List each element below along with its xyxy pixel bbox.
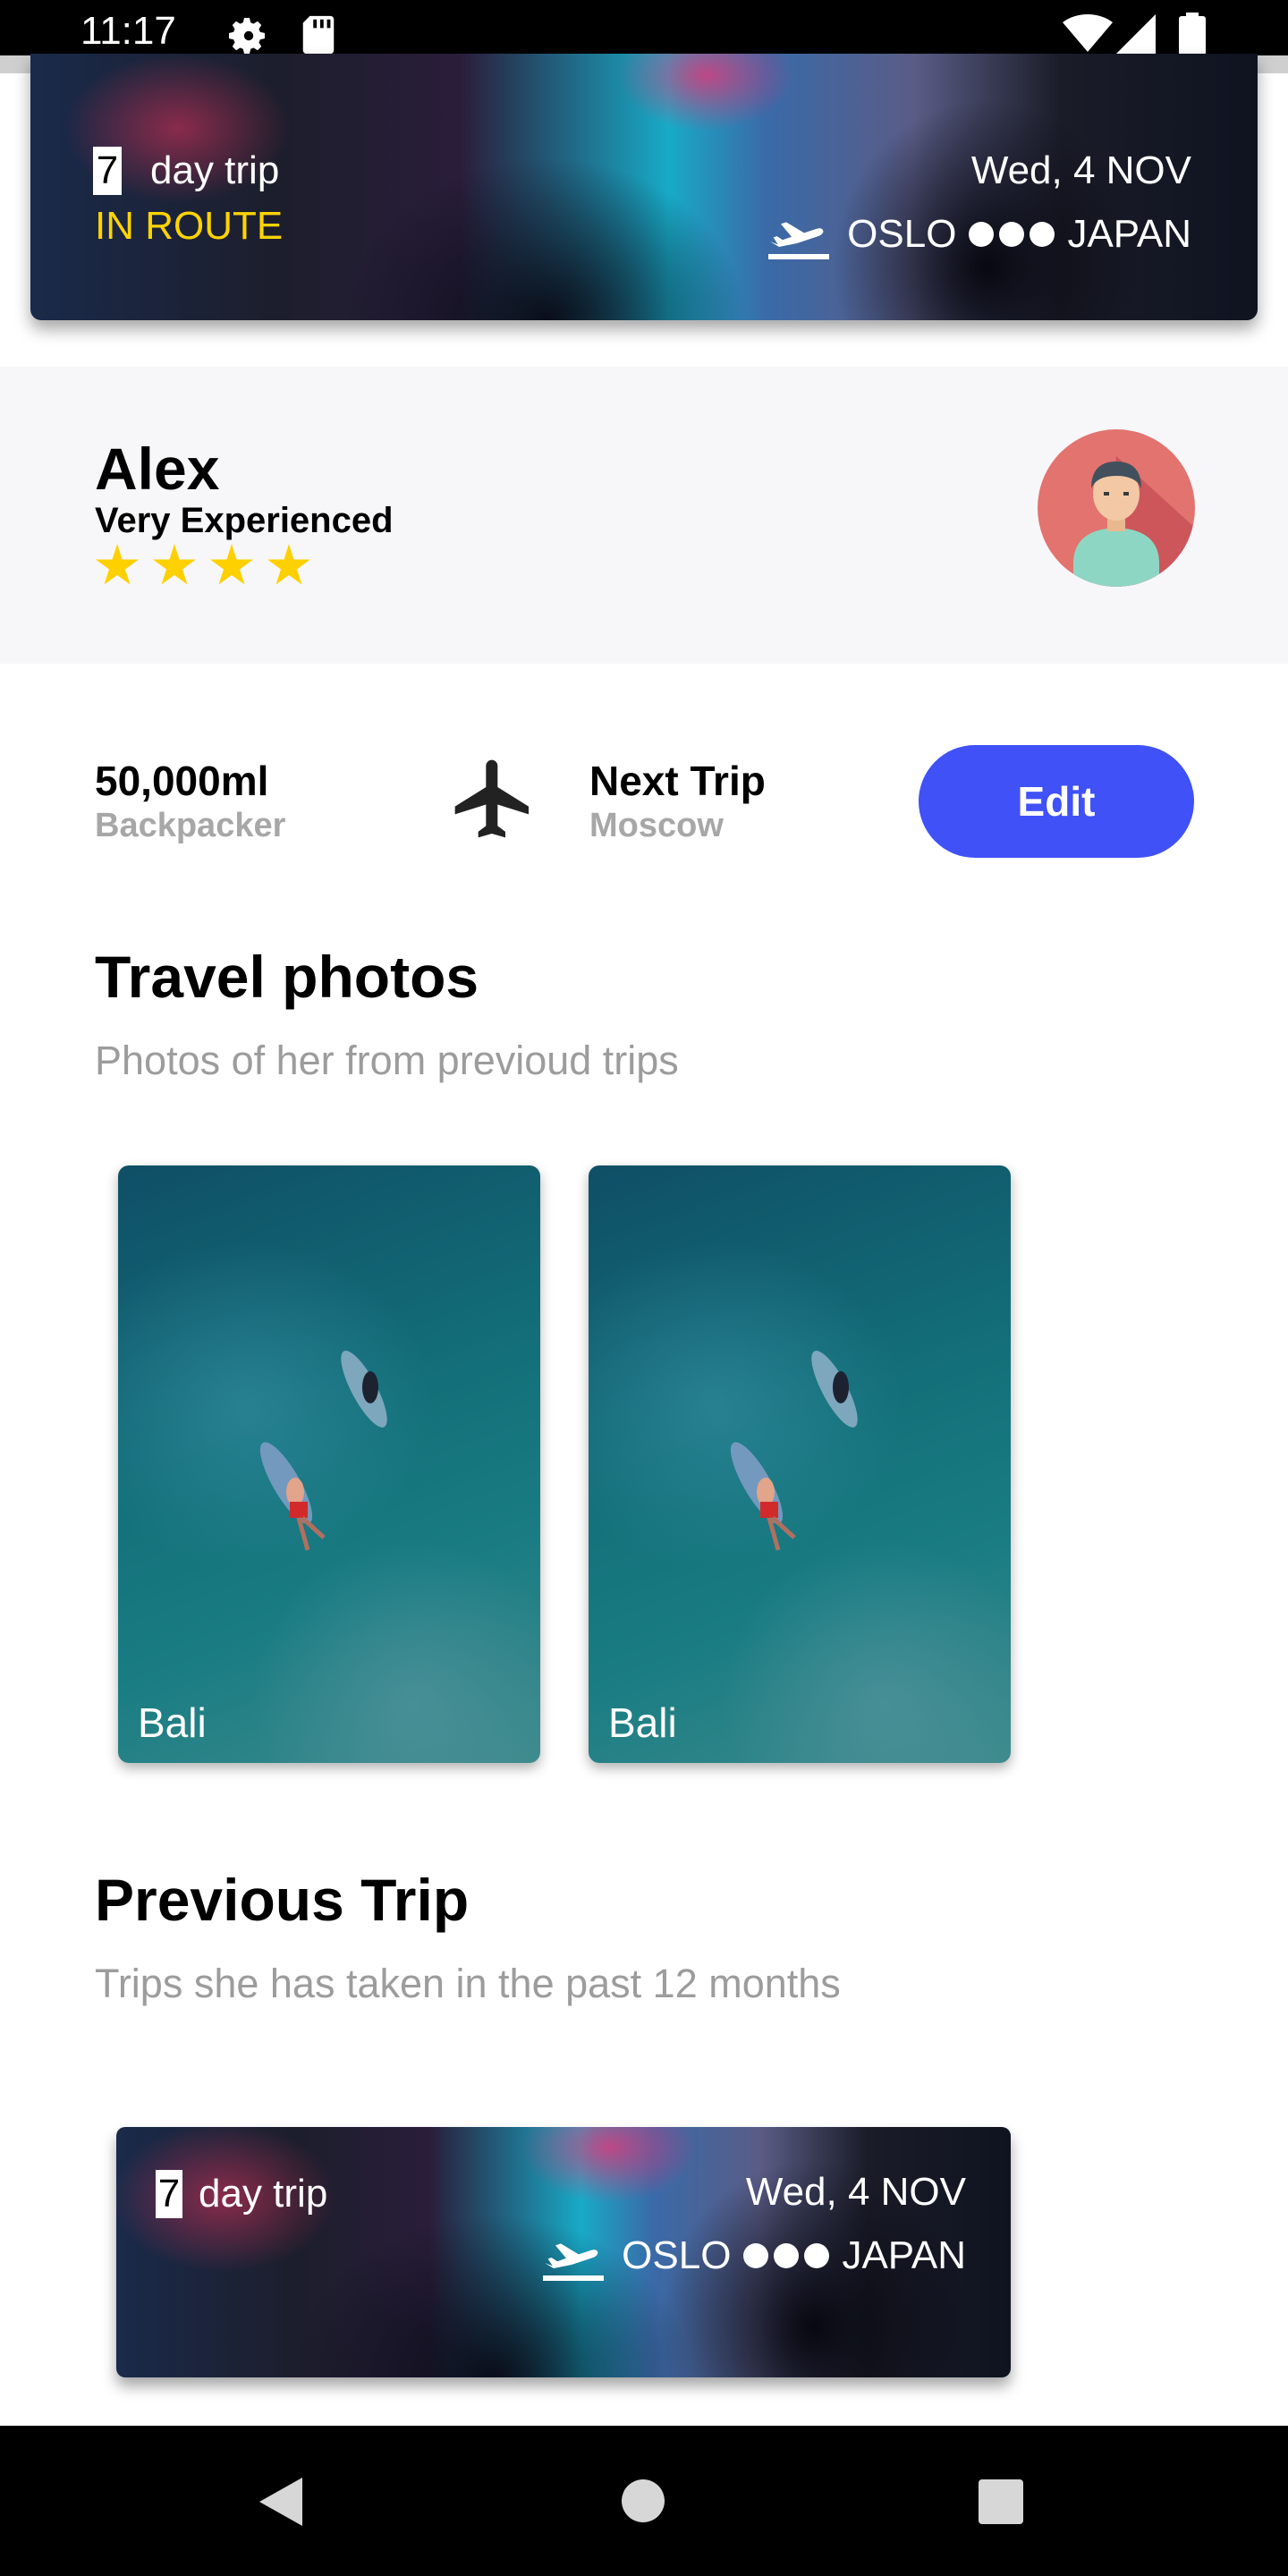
star-icon	[267, 544, 310, 585]
wifi-icon	[1063, 14, 1113, 52]
travel-photo-card[interactable]: Bali	[589, 1165, 1011, 1763]
airplane-icon	[454, 759, 529, 838]
home-icon[interactable]	[622, 2479, 665, 2522]
travel-photo-card[interactable]: Bali	[118, 1165, 540, 1763]
current-trip-card[interactable]: 7 day trip IN ROUTE Wed, 4 NOV OSLO JAPA…	[30, 54, 1258, 320]
star-icon	[153, 544, 196, 585]
navigation-bar	[0, 2426, 1288, 2576]
trip-route: OSLO JAPAN	[539, 2229, 966, 2283]
sd-card-icon	[302, 15, 335, 55]
trip-duration: 7 day trip	[156, 2170, 327, 2218]
distance-value: 50,000ml	[95, 758, 269, 804]
surfers-image	[259, 1351, 387, 1551]
star-icon	[96, 544, 139, 585]
edit-button[interactable]: Edit	[919, 745, 1194, 858]
back-icon[interactable]	[259, 2478, 302, 2526]
plane-departure-icon	[768, 222, 830, 259]
status-time: 11:17	[80, 9, 176, 53]
battery-icon	[1179, 13, 1206, 55]
person-avatar-icon	[1073, 456, 1195, 587]
profile-level: Very Experienced	[95, 501, 394, 540]
trip-date: Wed, 4 NOV	[970, 148, 1191, 192]
route-to: JAPAN	[842, 2233, 966, 2277]
route-from: OSLO	[847, 212, 957, 256]
signal-icon	[1116, 14, 1156, 54]
travel-photos-subtitle: Photos of her from previoud trips	[95, 1038, 679, 1083]
trip-route: OSLO JAPAN	[765, 208, 1191, 261]
route-dots	[969, 222, 1055, 247]
distance-label: Backpacker	[95, 807, 286, 844]
previous-trip-subtitle: Trips she has taken in the past 12 month…	[95, 1961, 841, 2006]
previous-trip-card[interactable]: 7 day trip Wed, 4 NOV OSLO JAPAN	[116, 2127, 1011, 2377]
star-icon	[210, 544, 253, 585]
recent-apps-icon[interactable]	[979, 2479, 1023, 2524]
trip-duration: 7 day trip	[93, 147, 279, 195]
travel-photos-title: Travel photos	[95, 944, 479, 1010]
next-trip-city: Moscow	[589, 807, 724, 844]
settings-icon	[229, 18, 265, 55]
trip-date: Wed, 4 NOV	[745, 2170, 966, 2214]
trip-days-count: 7	[93, 147, 122, 195]
route-from: OSLO	[622, 2233, 732, 2277]
rating-stars	[95, 544, 311, 589]
plane-departure-icon	[543, 2243, 605, 2281]
surfers-image	[730, 1351, 858, 1551]
next-trip-title: Next Trip	[589, 758, 766, 804]
photo-location-label: Bali	[138, 1699, 207, 1746]
route-to: JAPAN	[1067, 212, 1191, 256]
profile-section: Alex Very Experienced	[0, 367, 1288, 664]
trip-days-suffix: day trip	[150, 148, 280, 192]
status-bar: 11:17	[0, 0, 1288, 55]
route-dots	[743, 2243, 830, 2268]
trip-days-count: 7	[156, 2170, 182, 2218]
profile-name: Alex	[95, 436, 220, 502]
trip-days-suffix: day trip	[199, 2172, 328, 2216]
trip-status: IN ROUTE	[95, 204, 284, 248]
photo-location-label: Bali	[608, 1699, 677, 1746]
previous-trip-title: Previous Trip	[95, 1867, 470, 1933]
avatar[interactable]	[1038, 429, 1195, 587]
